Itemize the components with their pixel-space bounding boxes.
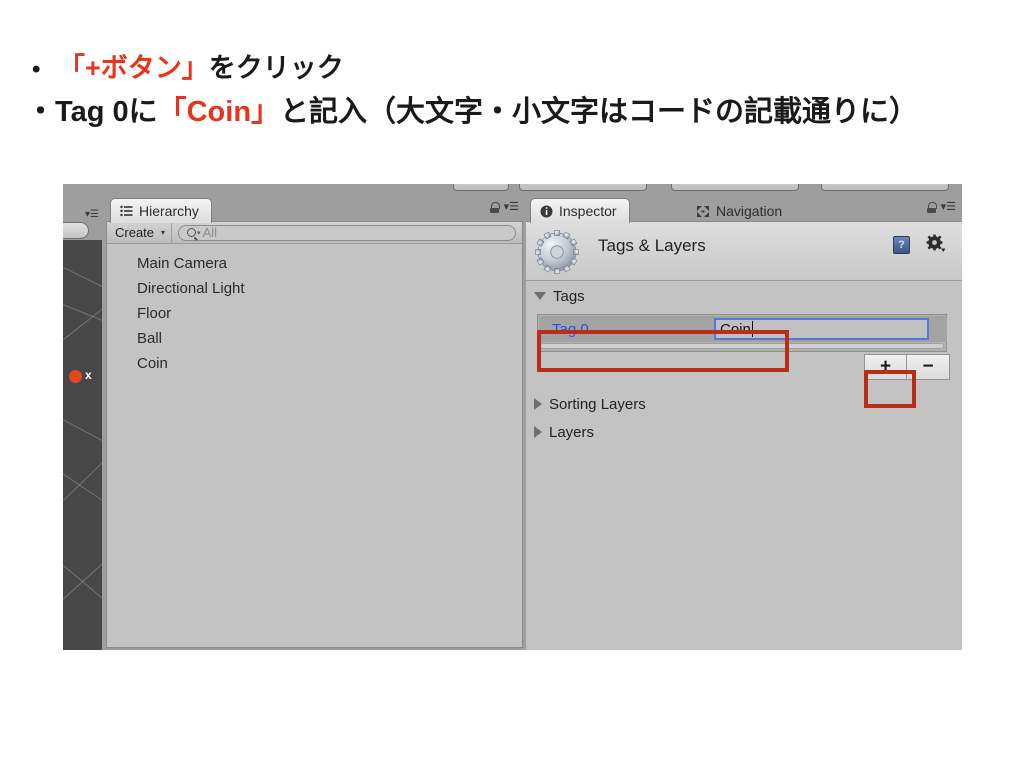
scene-toolbar-pill[interactable] <box>63 222 89 239</box>
search-icon <box>187 228 197 237</box>
triangle-right-icon <box>534 398 542 410</box>
gear-dropdown-icon[interactable] <box>926 234 946 254</box>
tab-hierarchy[interactable]: Hierarchy <box>110 198 212 223</box>
hierarchy-toolbar: Create ▾ ▾ All <box>107 222 522 244</box>
lock-icon[interactable] <box>926 202 937 213</box>
bullet-marker-2: ・ <box>26 96 56 128</box>
tag-name-value: Coin <box>720 320 751 338</box>
toolbar-button-3[interactable] <box>671 184 799 191</box>
search-placeholder-text: All <box>202 225 218 240</box>
list-item[interactable]: Floor <box>107 301 522 326</box>
lock-icon[interactable] <box>489 202 500 213</box>
hierarchy-panel-controls: ▾☰ <box>489 202 519 213</box>
hierarchy-object-list: Main Camera Directional Light Floor Ball… <box>107 244 522 647</box>
panel-menu-icon[interactable]: ▾☰ <box>941 202 956 213</box>
toolbar-button-1[interactable] <box>453 184 509 191</box>
scene-gizmo-x-handle[interactable] <box>69 370 82 383</box>
tab-inspector[interactable]: Inspector <box>530 198 630 223</box>
triangle-right-icon <box>534 426 542 438</box>
slide-root: • 「+ボタン」をクリック ・Tag 0に「Coin」と記入（大文字・小文字はコー… <box>0 0 1024 768</box>
foldout-sorting-layers[interactable]: Sorting Layers <box>526 392 646 416</box>
search-input[interactable]: ▾ All <box>178 224 516 241</box>
panel-menu-icon[interactable]: ▾☰ <box>504 202 519 213</box>
create-button[interactable]: Create ▾ <box>107 222 173 243</box>
scene-view-header: ▾☰ <box>63 196 102 240</box>
add-tag-button[interactable]: + <box>864 354 907 380</box>
inspector-asset-header: Tags & Layers ? <box>526 222 962 281</box>
table-row[interactable]: Tag 0 Coin <box>539 316 947 342</box>
tags-list-box: Tag 0 Coin <box>537 314 947 352</box>
scene-gizmo-x-label: x <box>85 368 92 382</box>
chevron-down-icon: ▾ <box>161 228 166 237</box>
scene-view-canvas[interactable]: x <box>63 240 102 650</box>
text-cursor <box>751 321 753 337</box>
foldout-tags-label: Tags <box>553 287 585 305</box>
page-title: Tags & Layers <box>598 236 706 255</box>
bullet-1-red-text: 「+ボタン」 <box>58 53 209 83</box>
inspector-panel: Inspector Navigation ▾☰ Tags & Layers ? … <box>526 196 962 650</box>
create-button-label: Create <box>115 225 155 240</box>
foldout-tags[interactable]: Tags <box>526 284 585 308</box>
inspector-tabbar: Inspector Navigation ▾☰ <box>526 196 962 223</box>
bullet-2-post-text: と記入（大文字・小文字はコードの記載通りに） <box>280 96 919 128</box>
hierarchy-list-icon <box>120 205 133 217</box>
bullet-line-2: ・Tag 0に「Coin」と記入（大文字・小文字はコードの記載通りに） <box>24 90 1004 134</box>
scene-view-panel[interactable]: ▾☰ x <box>63 196 102 650</box>
bullet-marker-1: • <box>32 56 41 83</box>
editor-toolbar-strip <box>63 184 962 196</box>
toolbar-button-2[interactable] <box>519 184 647 191</box>
hierarchy-body: Create ▾ ▾ All Main Camera Directional L… <box>106 221 523 648</box>
info-circle-icon <box>540 205 553 218</box>
tag-add-remove-group: + − <box>864 354 950 380</box>
tag-row-label: Tag 0 <box>552 320 589 338</box>
inspector-panel-controls: ▾☰ <box>926 202 956 213</box>
tab-inspector-label: Inspector <box>559 203 617 219</box>
bullet-line-1: • 「+ボタン」をクリック <box>24 48 1004 90</box>
foldout-layers-label: Layers <box>549 423 595 441</box>
tab-navigation[interactable]: Navigation <box>686 198 795 223</box>
tag-name-input[interactable]: Coin <box>714 318 929 340</box>
tab-hierarchy-label: Hierarchy <box>139 203 199 219</box>
unity-editor-screenshot: ▾☰ x Hierarchy ▾☰ Create ▾ ▾ All Main Ca… <box>63 184 962 650</box>
hierarchy-panel: Hierarchy ▾☰ Create ▾ ▾ All Main Camera … <box>104 196 525 650</box>
help-book-icon[interactable]: ? <box>893 236 910 254</box>
list-item[interactable]: Ball <box>107 326 522 351</box>
navigation-arrows-icon <box>696 205 710 218</box>
bullet-2-pre-text: Tag 0に <box>55 96 158 128</box>
scene-panel-menu-icon[interactable]: ▾☰ <box>85 209 99 220</box>
tags-list-scrollbar[interactable] <box>540 343 944 349</box>
instruction-text-block: • 「+ボタン」をクリック ・Tag 0に「Coin」と記入（大文字・小文字はコー… <box>24 48 1004 134</box>
search-filter-chevron-icon: ▾ <box>197 229 201 237</box>
tab-navigation-label: Navigation <box>716 203 783 219</box>
triangle-down-icon <box>534 292 546 300</box>
list-item[interactable]: Directional Light <box>107 276 522 301</box>
hierarchy-tabbar: Hierarchy ▾☰ <box>104 196 525 223</box>
list-item[interactable]: Coin <box>107 351 522 376</box>
remove-tag-button[interactable]: − <box>907 354 950 380</box>
settings-gear-asset-icon <box>534 229 580 275</box>
toolbar-button-4[interactable] <box>821 184 949 191</box>
inspector-body: Tags & Layers ? Tags Tag 0 Coin + − Sort… <box>526 221 962 650</box>
inspector-content: Tags Tag 0 Coin + − Sorting Layers Layer… <box>526 282 962 650</box>
foldout-layers[interactable]: Layers <box>526 420 594 444</box>
foldout-sorting-layers-label: Sorting Layers <box>549 395 646 413</box>
bullet-2-red-text: 「Coin」 <box>157 96 281 128</box>
list-item[interactable]: Main Camera <box>107 251 522 276</box>
bullet-1-black-text: をクリック <box>208 53 344 83</box>
